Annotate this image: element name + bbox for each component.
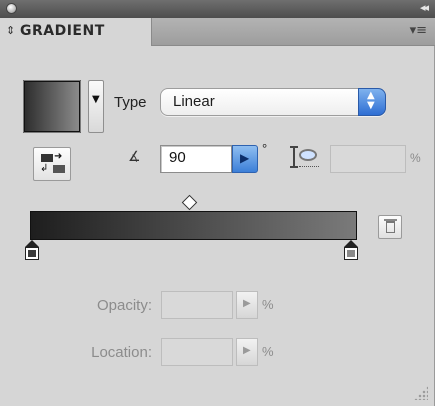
up-down-arrows-icon: ⇕ xyxy=(6,24,16,37)
swap-icon-part xyxy=(53,165,65,173)
degree-unit: ° xyxy=(262,141,268,156)
type-label: Type xyxy=(114,94,147,111)
location-input[interactable] xyxy=(161,338,233,366)
tab-label: GRADIENT xyxy=(20,23,105,39)
play-arrow-icon: ▶ xyxy=(243,298,251,309)
close-button[interactable] xyxy=(6,3,17,14)
gradient-slider-bar[interactable] xyxy=(30,211,357,240)
opacity-unit: % xyxy=(262,297,274,312)
type-select[interactable]: Linear ▲ ▼ xyxy=(160,88,386,116)
opacity-label: Opacity: xyxy=(96,297,152,314)
angle-input[interactable]: 90 xyxy=(160,145,232,173)
trash-icon xyxy=(386,221,395,233)
play-arrow-icon: ▶ xyxy=(243,345,251,356)
gradient-stop-start[interactable] xyxy=(25,240,39,260)
panel-titlebar: ◂◂ xyxy=(0,0,435,19)
collapse-icon[interactable]: ◂◂ xyxy=(420,1,429,14)
aspect-unit: % xyxy=(410,151,421,165)
type-value: Linear xyxy=(173,93,215,110)
delete-stop-button[interactable] xyxy=(378,215,402,239)
aspect-ratio-icon xyxy=(289,144,321,174)
select-stepper-icon: ▲ ▼ xyxy=(358,88,386,116)
location-dropdown-button[interactable]: ▶ xyxy=(236,338,258,366)
chevron-down-icon: ▼ xyxy=(92,94,100,105)
panel-menu-icon[interactable]: ▾≡ xyxy=(410,23,427,38)
arrow-left-icon: ↲ xyxy=(40,163,49,174)
arrow-right-icon: ➜ xyxy=(54,151,63,162)
angle-icon: ∡ xyxy=(128,149,141,165)
gradient-stop-end[interactable] xyxy=(344,240,358,260)
aspect-ratio-input[interactable] xyxy=(330,145,406,173)
play-arrow-icon: ▶ xyxy=(240,151,250,165)
angle-dropdown-button[interactable]: ▶ xyxy=(232,145,258,173)
swap-icon-part xyxy=(41,154,53,162)
tab-gradient[interactable]: ⇕ GRADIENT xyxy=(0,18,152,46)
reverse-gradient-button[interactable]: ➜ ↲ xyxy=(33,147,71,181)
tab-row: ⇕ GRADIENT ▾≡ xyxy=(0,18,435,46)
location-unit: % xyxy=(262,344,274,359)
opacity-input[interactable] xyxy=(161,291,233,319)
gradient-swatch[interactable] xyxy=(23,80,81,133)
location-label: Location: xyxy=(91,344,152,361)
swatch-dropdown-button[interactable]: ▼ xyxy=(88,80,104,133)
gradient-panel: ◂◂ ⇕ GRADIENT ▾≡ ▼ Type Linear ▲ ▼ ➜ ↲ ∡ … xyxy=(0,0,435,406)
gradient-midpoint-diamond[interactable] xyxy=(181,194,198,211)
resize-grip-icon[interactable] xyxy=(414,386,428,400)
opacity-dropdown-button[interactable]: ▶ xyxy=(236,291,258,319)
